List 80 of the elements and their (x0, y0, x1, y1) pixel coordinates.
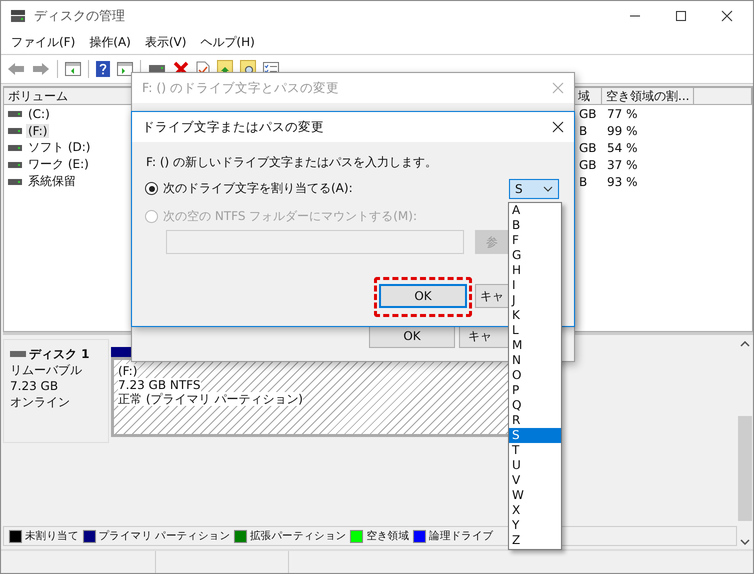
column-header[interactable]: 空き領域の割... (602, 87, 694, 105)
table-cell-text: B (578, 124, 588, 138)
legend-label: プライマリ パーティション (98, 529, 230, 543)
dropdown-item[interactable]: S (509, 428, 561, 443)
partition-status: 正常 (プライマリ パーティション) (118, 392, 303, 406)
volume-name[interactable]: (F:) (26, 124, 50, 138)
dialog-title: ドライブ文字またはパスの変更 (142, 118, 324, 136)
menu-item[interactable]: 操作(A) (89, 34, 131, 51)
radio-button[interactable] (145, 182, 158, 195)
legend-label: 未割り当て (25, 529, 79, 543)
volume-name[interactable]: ソフト (D:) (26, 139, 92, 156)
volume-name[interactable]: 系統保留 (26, 173, 78, 190)
table-cell-text: 93 % (606, 174, 638, 188)
dropdown-item[interactable]: U (509, 458, 561, 473)
chevron-down-icon (543, 186, 553, 192)
legend-label: 論理ドライブ (429, 529, 494, 543)
menu-item[interactable]: ファイル(F) (11, 34, 76, 51)
dropdown-item[interactable]: Y (509, 518, 561, 533)
close-icon[interactable] (721, 10, 733, 22)
dropdown-item[interactable]: Z (509, 533, 561, 548)
dropdown-item[interactable]: M (509, 338, 561, 353)
table-cell-text: 77 % (606, 106, 638, 120)
volume-name[interactable]: (C:) (26, 106, 52, 120)
help-icon[interactable] (96, 61, 110, 77)
table-cell-text: GB (578, 106, 598, 120)
folder-path-field[interactable] (166, 230, 464, 254)
table-cell-text: 54 % (606, 140, 638, 154)
volume-name[interactable]: ワーク (E:) (26, 156, 91, 173)
menu-item[interactable]: 表示(V) (144, 34, 186, 51)
dropdown-item[interactable]: V (509, 473, 561, 488)
table-cell-text: B (578, 174, 588, 188)
drive-icon (8, 128, 22, 134)
column-header[interactable]: 域 (574, 87, 602, 105)
dropdown-item[interactable]: K (509, 308, 561, 323)
cancel-button[interactable]: キャ (475, 284, 509, 308)
prompt-text: F: () の新しいドライブ文字またはパスを入力します。 (146, 154, 438, 171)
chevron-down-icon[interactable] (740, 539, 750, 545)
legend-label: 空き領域 (366, 529, 410, 543)
partition-label: (F:) (118, 364, 138, 378)
dropdown-item[interactable]: H (509, 263, 561, 278)
maximize-icon[interactable] (675, 10, 687, 22)
disk-type: リムーバブル (10, 362, 83, 378)
option-label[interactable]: 次のドライブ文字を割り当てる(A): (163, 180, 353, 197)
drive-letter-dropdown[interactable]: S (509, 179, 559, 199)
legend-label: 拡張パーティション (250, 529, 346, 543)
dropdown-item[interactable]: W (509, 488, 561, 503)
back-arrow-icon[interactable] (7, 62, 25, 76)
drive-icon (8, 144, 22, 150)
forward-arrow-icon[interactable] (32, 62, 50, 76)
drive-icon (8, 178, 22, 184)
close-icon[interactable] (552, 121, 564, 133)
disk-status: オンライン (10, 394, 71, 410)
panel-icon[interactable] (65, 62, 81, 76)
disk-drive-icon (10, 9, 26, 23)
drive-icon (8, 110, 22, 116)
window-title: ディスクの管理 (34, 8, 125, 25)
dropdown-item[interactable]: J (509, 293, 561, 308)
dropdown-item[interactable]: F (509, 233, 561, 248)
table-cell-text: 99 % (606, 124, 638, 138)
dropdown-item[interactable]: L (509, 323, 561, 338)
dropdown-item[interactable]: B (509, 218, 561, 233)
disk-info-panel[interactable]: ディスク 1 リムーバブル 7.23 GB オンライン (3, 339, 109, 443)
partition-size: 7.23 GB NTFS (118, 378, 200, 392)
dropdown-item[interactable]: T (509, 443, 561, 458)
table-cell-text: 37 % (606, 158, 638, 172)
disk-name: ディスク 1 (29, 346, 90, 362)
dropdown-item[interactable]: A (509, 203, 561, 218)
dropdown-item[interactable]: X (509, 503, 561, 518)
disk-size: 7.23 GB (10, 378, 60, 394)
dialog-title: F: () のドライブ文字とパスの変更 (142, 80, 340, 96)
drive-icon (8, 162, 22, 168)
table-cell-text: GB (578, 158, 598, 172)
dropdown-item[interactable]: G (509, 248, 561, 263)
table-cell-text: GB (578, 140, 598, 154)
dropdown-item[interactable]: I (509, 278, 561, 293)
chevron-up-icon[interactable] (740, 341, 750, 347)
panel-icon[interactable] (117, 62, 133, 76)
menu-item[interactable]: ヘルプ(H) (200, 34, 255, 51)
ok-button[interactable]: OK (379, 284, 467, 308)
column-header[interactable]: ボリューム (4, 87, 134, 105)
